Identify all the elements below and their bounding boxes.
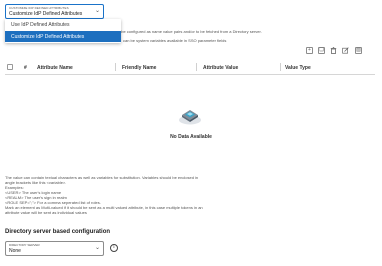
directory-server-select-value: None: [9, 248, 21, 254]
directory-server-select-label: DIRECTORY SERVER: [9, 243, 40, 247]
add-icon[interactable]: +: [306, 47, 313, 54]
column-divider[interactable]: [280, 63, 281, 71]
copy-icon[interactable]: ❏: [318, 47, 325, 54]
empty-data-icon: [179, 110, 201, 125]
idp-attributes-select[interactable]: CUSTOMIZE IDP DEFINED ATTRIBUTES Customi…: [5, 4, 104, 19]
idp-attributes-dropdown: Use IdP Defined Attributes Customize IdP…: [5, 19, 121, 43]
directory-section-title: Directory server based configuration: [5, 229, 111, 235]
empty-table-message: No Data Available: [170, 134, 212, 140]
col-value-type[interactable]: Value Type: [285, 65, 311, 71]
column-divider[interactable]: [196, 63, 197, 71]
column-divider[interactable]: [115, 63, 116, 71]
col-attribute-value[interactable]: Attribute Value: [203, 65, 238, 71]
chevron-down-icon: ⌄: [94, 8, 100, 14]
col-friendly-name[interactable]: Friendly Name: [122, 65, 156, 71]
help-text-line-2: can be system variables available in SSO…: [123, 38, 227, 43]
chevron-down-icon: ⌄: [94, 245, 100, 251]
idp-attributes-select-label: CUSTOMIZE IDP DEFINED ATTRIBUTES: [9, 6, 69, 10]
note-line: attribute value will be sent as individu…: [5, 210, 87, 215]
dropdown-option-customize-idp[interactable]: Customize IdP Defined Attributes: [5, 31, 121, 42]
col-number[interactable]: #: [24, 65, 27, 71]
dropdown-option-use-idp[interactable]: Use IdP Defined Attributes: [5, 19, 121, 30]
info-icon[interactable]: i: [110, 244, 118, 252]
save-icon[interactable]: ▧: [355, 47, 362, 54]
edit-icon[interactable]: [342, 47, 349, 54]
delete-icon[interactable]: [330, 47, 337, 54]
directory-server-select[interactable]: DIRECTORY SERVER None ⌄: [5, 241, 104, 256]
idp-attributes-select-value: Customize IdP Defined Attributes: [9, 11, 83, 17]
help-text-line-1: ents can be configured as name value pai…: [105, 29, 262, 34]
select-all-checkbox[interactable]: [7, 64, 13, 70]
col-attribute-name[interactable]: Attribute Name: [37, 65, 73, 71]
